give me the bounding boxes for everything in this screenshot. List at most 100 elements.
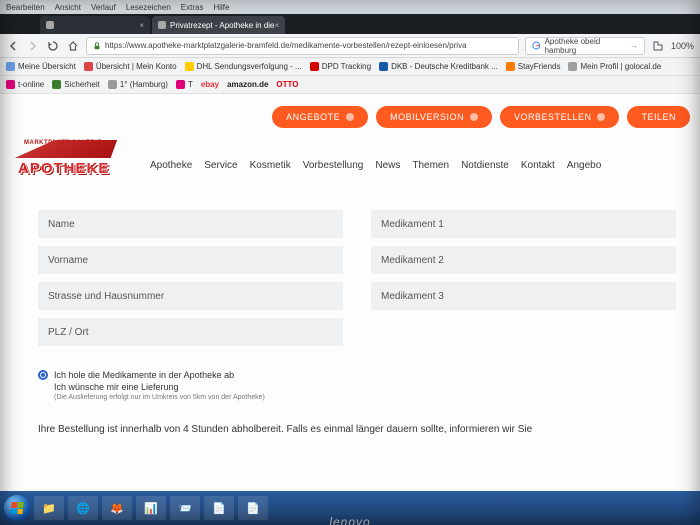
- top-action-row: ANGEBOTE MOBILVERSION VORBESTELLEN TEILE…: [272, 106, 690, 128]
- nav-item[interactable]: Kosmetik: [250, 160, 291, 171]
- bookmark-item[interactable]: Meine Übersicht: [6, 62, 76, 71]
- zoom-level[interactable]: 100%: [671, 41, 694, 51]
- name-field[interactable]: Name: [38, 210, 343, 238]
- site-logo[interactable]: MARKTPLATZ GALERIE APOTHEKE: [18, 140, 118, 184]
- search-text: Apotheke obeid hamburg: [545, 37, 630, 55]
- bookmark-favicon-icon: [506, 62, 515, 71]
- browser-tab[interactable]: ×: [40, 16, 150, 34]
- start-button[interactable]: [4, 495, 30, 521]
- bookmark-item[interactable]: ebay: [201, 80, 219, 89]
- os-menu-item[interactable]: Extras: [181, 3, 204, 12]
- bookmark-item[interactable]: Sicherheit: [52, 80, 100, 89]
- logo-bottom-text: APOTHEKE: [18, 160, 109, 177]
- bookmark-favicon-icon: [52, 80, 61, 89]
- bookmark-item[interactable]: Mein Profil | golocal.de: [568, 62, 661, 71]
- bookmark-item[interactable]: amazon.de: [227, 80, 268, 89]
- main-nav: Apotheke Service Kosmetik Vorbestellung …: [150, 160, 690, 171]
- bookmark-favicon-icon: [108, 80, 117, 89]
- nav-item[interactable]: Vorbestellung: [303, 160, 364, 171]
- bookmark-favicon-icon: [84, 62, 93, 71]
- cart-icon: [597, 113, 605, 121]
- zip-city-field[interactable]: PLZ / Ort: [38, 318, 343, 346]
- bookmark-favicon-icon: [379, 62, 388, 71]
- os-menu-item[interactable]: Bearbeiten: [6, 3, 45, 12]
- browser-tab-bar: × Privatrezept - Apotheke in die ×: [0, 14, 700, 34]
- bookmark-item[interactable]: OTTO: [276, 80, 298, 89]
- delivery-options: Ich hole die Medikamente in der Apotheke…: [38, 370, 265, 401]
- delivery-radio[interactable]: Ich wünsche mir eine Lieferung: [38, 382, 265, 392]
- search-engine-icon: [532, 41, 541, 50]
- bookmark-item[interactable]: StayFriends: [506, 62, 561, 71]
- windows-taskbar: 📁 🌐 🦊 📊 📨 📄 📄 lenovo: [0, 491, 700, 525]
- bookmark-favicon-icon: [176, 80, 185, 89]
- tab-title: Privatrezept - Apotheke in die: [170, 21, 275, 30]
- preorder-button[interactable]: VORBESTELLEN: [500, 106, 620, 128]
- nav-item[interactable]: Notdienste: [461, 160, 509, 171]
- bookmark-item[interactable]: 1° (Hamburg): [108, 80, 168, 89]
- tab-favicon-icon: [158, 21, 166, 29]
- nav-item[interactable]: Service: [204, 160, 237, 171]
- os-menu-item[interactable]: Lesezeichen: [126, 3, 171, 12]
- offers-button[interactable]: ANGEBOTE: [272, 106, 368, 128]
- street-field[interactable]: Strasse und Hausnummer: [38, 282, 343, 310]
- tab-favicon-icon: [46, 21, 54, 29]
- medication-2-field[interactable]: Medikament 2: [371, 246, 676, 274]
- home-button[interactable]: [66, 39, 80, 53]
- bookmark-favicon-icon: [6, 80, 15, 89]
- nav-item[interactable]: Kontakt: [521, 160, 555, 171]
- bookmark-item[interactable]: DHL Sendungsverfolgung - ...: [185, 62, 302, 71]
- taskbar-app[interactable]: 📄: [204, 496, 234, 520]
- os-menu-item[interactable]: Hilfe: [213, 3, 229, 12]
- bookmark-item[interactable]: Übersicht | Mein Konto: [84, 62, 177, 71]
- address-bar[interactable]: https://www.apotheke-marktplatzgalerie-b…: [86, 37, 519, 55]
- windows-logo-icon: [10, 502, 23, 514]
- forward-button[interactable]: [26, 39, 40, 53]
- pickup-radio[interactable]: Ich hole die Medikamente in der Apotheke…: [38, 370, 265, 380]
- search-box[interactable]: Apotheke obeid hamburg →: [525, 37, 645, 55]
- bookmark-favicon-icon: [310, 62, 319, 71]
- back-button[interactable]: [6, 39, 20, 53]
- bookmark-item[interactable]: t-online: [6, 80, 44, 89]
- order-info-text: Ihre Bestellung ist innerhalb von 4 Stun…: [38, 424, 676, 435]
- taskbar-app[interactable]: 📨: [170, 496, 200, 520]
- tab-close-icon[interactable]: ×: [139, 21, 144, 30]
- lock-icon: [93, 42, 101, 50]
- radio-unchecked-icon: [38, 382, 48, 392]
- bookmark-item[interactable]: T: [176, 80, 193, 89]
- tab-close-icon[interactable]: ×: [275, 21, 280, 30]
- bookmark-bar-2: t-online Sicherheit 1° (Hamburg) T ebay …: [0, 76, 700, 94]
- url-text: https://www.apotheke-marktplatzgalerie-b…: [105, 41, 467, 50]
- bookmark-item[interactable]: DKB - Deutsche Kreditbank ...: [379, 62, 498, 71]
- firstname-field[interactable]: Vorname: [38, 246, 343, 274]
- share-button[interactable]: TEILEN: [627, 106, 690, 128]
- os-menu-item[interactable]: Verlauf: [91, 3, 116, 12]
- taskbar-app[interactable]: 📄: [238, 496, 268, 520]
- page-viewport: ANGEBOTE MOBILVERSION VORBESTELLEN TEILE…: [0, 94, 700, 491]
- os-menu-bar: Bearbeiten Ansicht Verlauf Lesezeichen E…: [0, 0, 700, 14]
- bookmark-favicon-icon: [6, 62, 15, 71]
- taskbar-app[interactable]: 🦊: [102, 496, 132, 520]
- browser-toolbar: https://www.apotheke-marktplatzgalerie-b…: [0, 34, 700, 58]
- bookmarks-icon[interactable]: [651, 39, 665, 53]
- browser-tab-active[interactable]: Privatrezept - Apotheke in die ×: [152, 16, 285, 34]
- nav-item[interactable]: News: [375, 160, 400, 171]
- bookmark-favicon-icon: [185, 62, 194, 71]
- medication-1-field[interactable]: Medikament 1: [371, 210, 676, 238]
- bookmark-item[interactable]: DPD Tracking: [310, 62, 371, 71]
- bookmark-bar: Meine Übersicht Übersicht | Mein Konto D…: [0, 58, 700, 76]
- mobile-version-button[interactable]: MOBILVERSION: [376, 106, 492, 128]
- reload-button[interactable]: [46, 39, 60, 53]
- medication-3-field[interactable]: Medikament 3: [371, 282, 676, 310]
- radio-checked-icon: [38, 370, 48, 380]
- star-icon: [346, 113, 354, 121]
- nav-item[interactable]: Apotheke: [150, 160, 192, 171]
- nav-item[interactable]: Angebo: [567, 160, 601, 171]
- taskbar-app[interactable]: 📊: [136, 496, 166, 520]
- phone-icon: [470, 113, 478, 121]
- taskbar-app[interactable]: 📁: [34, 496, 64, 520]
- os-menu-item[interactable]: Ansicht: [55, 3, 81, 12]
- delivery-note: (Die Auslieferung erfolgt nur im Umkreis…: [54, 394, 265, 401]
- taskbar-app[interactable]: 🌐: [68, 496, 98, 520]
- preorder-form: Name Medikament 1 Vorname Medikament 2 S…: [38, 210, 676, 346]
- nav-item[interactable]: Themen: [412, 160, 449, 171]
